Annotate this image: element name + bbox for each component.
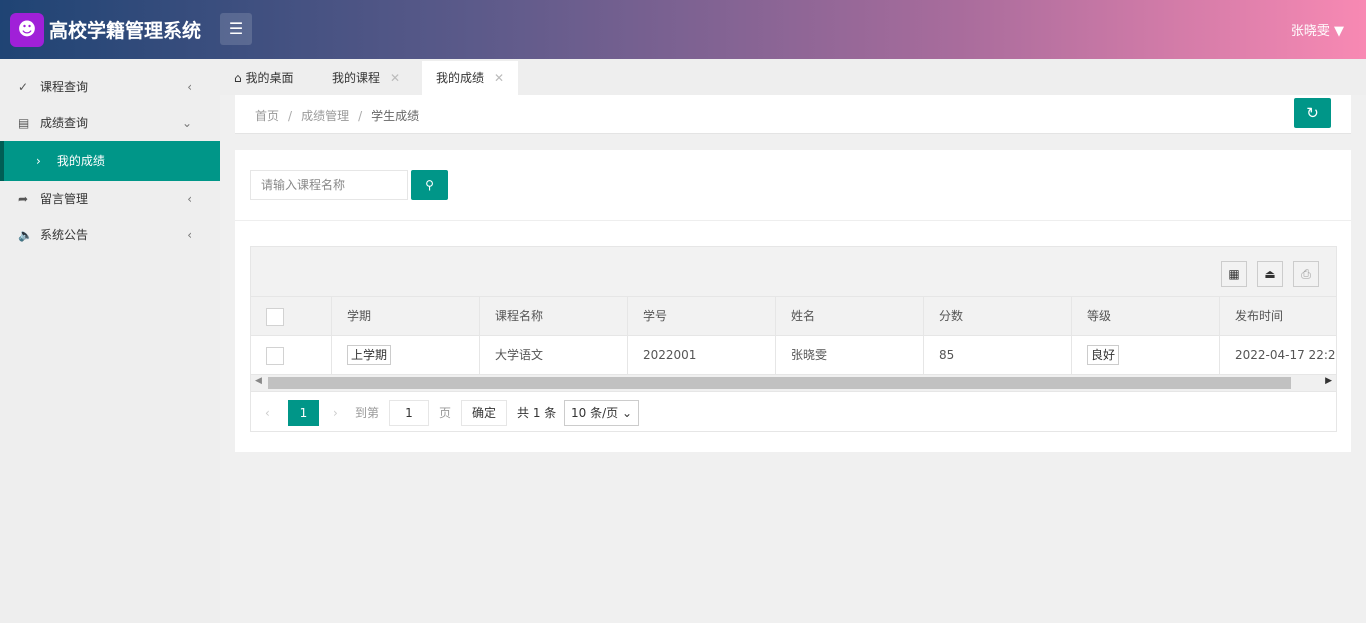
course-search-input[interactable]	[250, 170, 408, 200]
close-icon[interactable]: ✕	[494, 71, 504, 85]
columns-filter-icon[interactable]: ▦	[1221, 261, 1247, 287]
sidebar-item-messages[interactable]: ➦ 留言管理 ‹	[0, 181, 220, 217]
sidebar-item-label: 我的成绩	[56, 154, 105, 168]
table-header-row: 学期 课程名称 学号 姓名 分数 等级 发布时间	[251, 297, 1336, 336]
sidebar-item-label: 系统公告	[40, 228, 89, 242]
sidebar-item-my-scores[interactable]: › 我的成绩	[0, 141, 220, 181]
chevron-left-icon: ‹	[187, 192, 192, 206]
close-icon[interactable]: ✕	[390, 71, 400, 85]
tab-label: 我的课程	[332, 71, 381, 85]
term-tag: 上学期	[347, 345, 392, 365]
name-cell: 张晓雯	[776, 336, 924, 374]
check-circle-icon: ✓	[18, 80, 29, 94]
tab-my-courses[interactable]: 我的课程 ✕	[332, 61, 400, 95]
share-icon: ➦	[18, 192, 29, 206]
page-size-value: 10 条/页	[571, 406, 619, 420]
search-button[interactable]: ⚲	[411, 170, 448, 200]
goto-label: 到第	[355, 406, 380, 420]
course-cell: 大学语文	[480, 336, 628, 374]
refresh-button[interactable]: ↻	[1294, 98, 1331, 128]
next-page-icon[interactable]: ›	[333, 400, 338, 426]
breadcrumb-current: 学生成绩	[371, 109, 420, 123]
sidebar-item-label: 留言管理	[40, 192, 89, 206]
divider	[235, 220, 1351, 221]
time-cell: 2022-04-17 22:29:0	[1235, 348, 1336, 362]
grade-tag: 良好	[1087, 345, 1120, 365]
column-header[interactable]: 学期	[332, 297, 480, 335]
column-header[interactable]: 等级	[1072, 297, 1220, 335]
column-header[interactable]: 姓名	[776, 297, 924, 335]
breadcrumb-bar: 首页 / 成绩管理 / 学生成绩 ↻	[235, 95, 1351, 134]
sidebar-item-label: 成绩查询	[40, 116, 89, 130]
home-icon: ⌂	[234, 71, 242, 85]
chevron-left-icon: ‹	[187, 228, 192, 242]
column-header[interactable]: 学号	[628, 297, 776, 335]
page-number-input[interactable]: 1	[389, 400, 429, 426]
confirm-page-button[interactable]: 确定	[461, 400, 507, 426]
scrollbar-thumb[interactable]	[268, 377, 1291, 389]
logo-user-icon: ☻	[10, 13, 44, 47]
horizontal-scrollbar[interactable]: ◀ ▶	[251, 375, 1336, 392]
page-size-select[interactable]: 10 条/页 ⌄	[564, 400, 640, 426]
score-cell: 85	[924, 336, 1072, 374]
chevron-right-icon: ›	[36, 154, 41, 168]
tab-label: 我的成绩	[436, 71, 485, 85]
select-all-checkbox[interactable]	[251, 297, 332, 335]
caret-down-icon: ▼	[1334, 24, 1344, 39]
chevron-left-icon: ‹	[187, 80, 192, 94]
scroll-left-icon[interactable]: ◀	[255, 376, 262, 386]
page-label: 页	[439, 406, 452, 420]
speaker-icon: 🔈	[18, 228, 33, 242]
total-count: 共 1 条	[517, 406, 557, 420]
prev-page-icon[interactable]: ‹	[265, 400, 270, 426]
search-icon: ⚲	[425, 178, 434, 192]
column-header[interactable]: 分数	[924, 297, 1072, 335]
sidebar-item-course-query[interactable]: ✓ 课程查询 ‹	[0, 69, 220, 105]
row-checkbox[interactable]	[251, 336, 332, 374]
export-icon[interactable]: ⏏	[1257, 261, 1283, 287]
scores-table: ▦ ⏏ ⎙ 学期 课程名称 学号 姓名 分数 等级 发布时间 上学期 大学语文 …	[250, 246, 1337, 432]
column-header[interactable]: 发布时间	[1220, 297, 1336, 335]
top-header: ☻ 高校学籍管理系统 ☰ 张晓雯 ▼	[0, 0, 1366, 59]
pagination: ‹ 1 › 到第 1 页 确定 共 1 条 10 条/页 ⌄	[251, 392, 1336, 431]
sidebar-item-score-query[interactable]: ▤ 成绩查询 ⌄	[0, 105, 220, 141]
chevron-down-icon: ⌄	[621, 406, 633, 420]
app-title: 高校学籍管理系统	[49, 20, 202, 42]
breadcrumb-home[interactable]: 首页	[255, 109, 279, 123]
user-name: 张晓雯	[1290, 24, 1330, 39]
scroll-right-icon[interactable]: ▶	[1325, 376, 1332, 386]
column-header[interactable]: 课程名称	[480, 297, 628, 335]
content-card: ⚲ ▦ ⏏ ⎙ 学期 课程名称 学号 姓名 分数 等级 发布时间 上学期 大学语…	[235, 150, 1351, 452]
chevron-down-icon: ⌄	[181, 116, 192, 130]
menu-toggle-button[interactable]: ☰	[220, 13, 252, 45]
sidebar-item-announcements[interactable]: 🔈 系统公告 ‹	[0, 217, 220, 253]
page-1-button[interactable]: 1	[288, 400, 319, 426]
breadcrumb: 首页 / 成绩管理 / 学生成绩	[255, 109, 420, 123]
tab-my-scores[interactable]: 我的成绩 ✕	[422, 61, 519, 95]
tab-label: 我的桌面	[245, 71, 294, 85]
student-id-cell: 2022001	[628, 336, 776, 374]
sidebar: ✓ 课程查询 ‹ ▤ 成绩查询 ⌄ › 我的成绩 ➦ 留言管理 ‹ 🔈 系统公告 ‹	[0, 59, 220, 623]
table-toolbar: ▦ ⏏ ⎙	[251, 247, 1336, 297]
user-menu[interactable]: 张晓雯 ▼	[1291, 20, 1344, 39]
tab-desktop[interactable]: ⌂ 我的桌面	[234, 61, 293, 95]
sidebar-item-label: 课程查询	[40, 80, 89, 94]
breadcrumb-score-mgmt[interactable]: 成绩管理	[301, 109, 349, 123]
tab-bar: ⌂ 我的桌面 我的课程 ✕ 我的成绩 ✕	[220, 59, 1366, 95]
table-row: 上学期 大学语文 2022001 张晓雯 85 良好 2022-04-17 22…	[251, 336, 1336, 375]
list-icon: ▤	[18, 116, 30, 130]
print-icon[interactable]: ⎙	[1293, 261, 1319, 287]
